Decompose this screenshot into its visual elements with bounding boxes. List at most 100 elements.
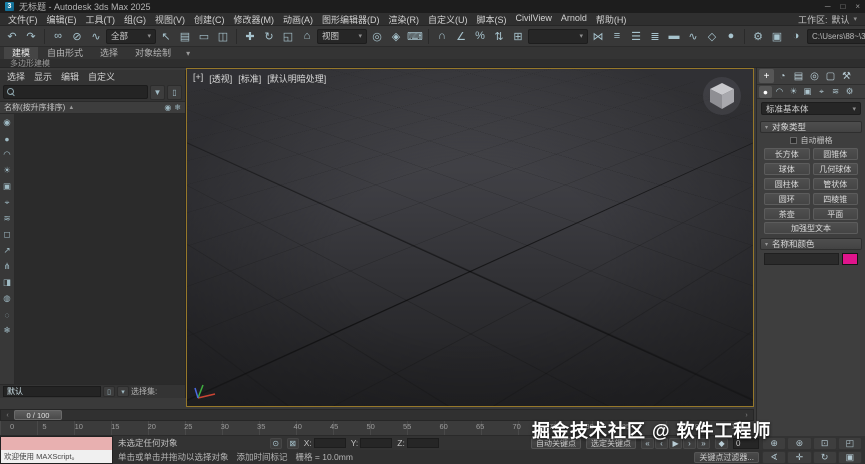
pan-icon[interactable]: ✛	[787, 451, 812, 464]
create-tab[interactable]: +	[759, 69, 774, 83]
orbit-icon[interactable]: ↻	[812, 451, 837, 464]
primitive-category-dropdown[interactable]: 标准基本体 ▾	[761, 102, 861, 115]
explorer-column-header[interactable]: 名称(按升序排序) ▲ ◉ ❄	[0, 101, 185, 114]
primitive-button[interactable]: 四棱锥	[812, 193, 858, 205]
ribbon-minimize-icon[interactable]: ▾	[186, 49, 190, 58]
filter-icon[interactable]: ▼	[150, 84, 165, 100]
hierarchy-tab[interactable]: ▤	[791, 69, 806, 83]
menubar-item[interactable]: 文件(F)	[8, 13, 38, 26]
menubar-item[interactable]: 脚本(S)	[477, 13, 507, 26]
object-type-rollout-header[interactable]: ▾ 对象类型	[760, 121, 862, 133]
selection-set-menu-icon[interactable]: ▾	[117, 386, 129, 397]
perspective-viewport[interactable]: [+] [透视] [标准] [默认明暗处理]	[186, 68, 754, 407]
redo-icon[interactable]: ↷	[22, 27, 40, 45]
viewport-render-preset-menu[interactable]: [标准]	[238, 72, 261, 85]
menubar-item[interactable]: 修改器(M)	[234, 13, 275, 26]
menubar-item[interactable]: 组(G)	[124, 13, 146, 26]
menubar-item[interactable]: 图形编辑器(D)	[322, 13, 380, 26]
menubar-item[interactable]: 工具(T)	[86, 13, 116, 26]
utilities-tab[interactable]: ⚒	[839, 69, 854, 83]
menubar-item[interactable]: Arnold	[561, 13, 587, 26]
key-filters-button[interactable]: 关键点过滤器...	[694, 451, 759, 463]
display-xrefs-icon[interactable]: ↗	[1, 244, 14, 257]
display-helpers-icon[interactable]: ⌖	[1, 196, 14, 209]
menubar-item[interactable]: 帮助(H)	[596, 13, 627, 26]
display-containers-icon[interactable]: ◨	[1, 276, 14, 289]
explorer-object-list[interactable]	[15, 114, 185, 384]
menubar-item[interactable]: 自定义(U)	[428, 13, 468, 26]
select-and-rotate-icon[interactable]: ↻	[260, 27, 278, 45]
column-visibility-icon[interactable]: ◉	[164, 103, 171, 112]
select-and-scale-icon[interactable]: ◱	[279, 27, 297, 45]
shapes-category-icon[interactable]: ◠	[773, 86, 786, 98]
percent-snap-icon[interactable]: %	[471, 27, 489, 45]
column-frozen-icon[interactable]: ❄	[174, 103, 181, 112]
unlink-selection-icon[interactable]: ⊘	[68, 27, 86, 45]
use-pivot-point-center-icon[interactable]: ◎	[368, 27, 386, 45]
display-cameras-icon[interactable]: ▣	[1, 180, 14, 193]
zoom-extents-icon[interactable]: ⊡	[812, 437, 837, 450]
scene-explorer-menu[interactable]: 选择	[7, 70, 25, 83]
cameras-category-icon[interactable]: ▣	[801, 86, 814, 98]
lights-category-icon[interactable]: ☀	[787, 86, 800, 98]
time-slider-handle[interactable]: 0 / 100	[14, 410, 62, 420]
primitive-button[interactable]: 圆环	[764, 193, 810, 205]
toggle-layer-explorer-icon[interactable]: ≣	[646, 27, 664, 45]
toggle-ribbon-icon[interactable]: ▬	[665, 27, 683, 45]
display-frozen-objects-icon[interactable]: ❄	[1, 324, 14, 337]
primitive-button[interactable]: 球体	[764, 163, 810, 175]
listener-output-row[interactable]: 欢迎使用 MAXScript。	[1, 450, 112, 463]
display-tab[interactable]: ▢	[823, 69, 838, 83]
angle-snap-icon[interactable]: ∠	[452, 27, 470, 45]
snaps-toggle-icon[interactable]: ∩	[433, 27, 451, 45]
minimize-button[interactable]: ─	[825, 2, 831, 11]
modify-tab[interactable]: ◔	[775, 69, 790, 83]
name-color-rollout-header[interactable]: ▾ 名称和颜色	[760, 238, 862, 250]
display-bones-icon[interactable]: ⋔	[1, 260, 14, 273]
bind-to-space-warp-icon[interactable]: ∿	[87, 27, 105, 45]
selection-lock-toggle[interactable]: ⊠	[286, 437, 299, 449]
named-selection-sets-dropdown[interactable]: ▾	[528, 28, 588, 44]
display-space-warps-icon[interactable]: ≋	[1, 212, 14, 225]
z-coord-field[interactable]	[406, 438, 439, 448]
motion-tab[interactable]: ◎	[807, 69, 822, 83]
object-color-swatch[interactable]	[842, 253, 858, 265]
helpers-category-icon[interactable]: ⌖	[815, 86, 828, 98]
menubar-item[interactable]: 视图(V)	[155, 13, 185, 26]
display-groups-icon[interactable]: ◻	[1, 228, 14, 241]
scene-explorer-menu[interactable]: 编辑	[61, 70, 79, 83]
primitive-button[interactable]: 几何球体	[812, 163, 858, 175]
lock-explorer-icon[interactable]: ▯	[167, 84, 182, 100]
field-of-view-icon[interactable]: ∢	[762, 451, 787, 464]
select-and-place-icon[interactable]: ⌂	[298, 27, 316, 45]
geometry-category-icon[interactable]: ●	[759, 85, 772, 98]
rendered-frame-window-icon[interactable]: ▣	[768, 27, 786, 45]
ribbon-tab[interactable]: 对象绘制	[127, 47, 179, 59]
named-selection-field[interactable]	[3, 386, 101, 397]
maximize-viewport-icon[interactable]: ▣	[837, 451, 862, 464]
select-and-manipulate-icon[interactable]: ◈	[387, 27, 405, 45]
curve-editor-icon[interactable]: ∿	[684, 27, 702, 45]
display-hidden-objects-icon[interactable]: ◌	[1, 308, 14, 321]
autogrid-checkbox[interactable]	[789, 136, 797, 144]
ribbon-tab[interactable]: 建模	[4, 47, 39, 59]
primitive-button[interactable]: 圆锥体	[812, 148, 858, 160]
display-geometry-icon[interactable]: ●	[1, 132, 14, 145]
project-folder-path[interactable]: C:\Users\88~\3ds Max 2025 …	[807, 28, 865, 44]
previous-frame-arrow[interactable]: ‹	[1, 410, 14, 420]
x-coord-field[interactable]	[313, 438, 346, 448]
zoom-region-icon[interactable]: ◰	[837, 437, 862, 450]
primitive-button[interactable]: 茶壶	[764, 208, 810, 220]
viewport-pov-menu[interactable]: [透视]	[209, 72, 232, 85]
spinner-snap-icon[interactable]: ⇅	[490, 27, 508, 45]
text-plus-button[interactable]: 加强型文本	[764, 222, 858, 234]
menubar-item[interactable]: 编辑(E)	[47, 13, 77, 26]
edit-named-selection-sets-icon[interactable]: ⊞	[509, 27, 527, 45]
search-input[interactable]	[18, 87, 144, 97]
menubar-item[interactable]: 渲染(R)	[389, 13, 420, 26]
keyboard-shortcut-override-icon[interactable]: ⌨	[406, 27, 424, 45]
menubar-item[interactable]: 创建(C)	[194, 13, 225, 26]
ribbon-tab[interactable]: 自由形式	[39, 47, 91, 59]
display-lights-icon[interactable]: ☀	[1, 164, 14, 177]
display-shapes-icon[interactable]: ◠	[1, 148, 14, 161]
